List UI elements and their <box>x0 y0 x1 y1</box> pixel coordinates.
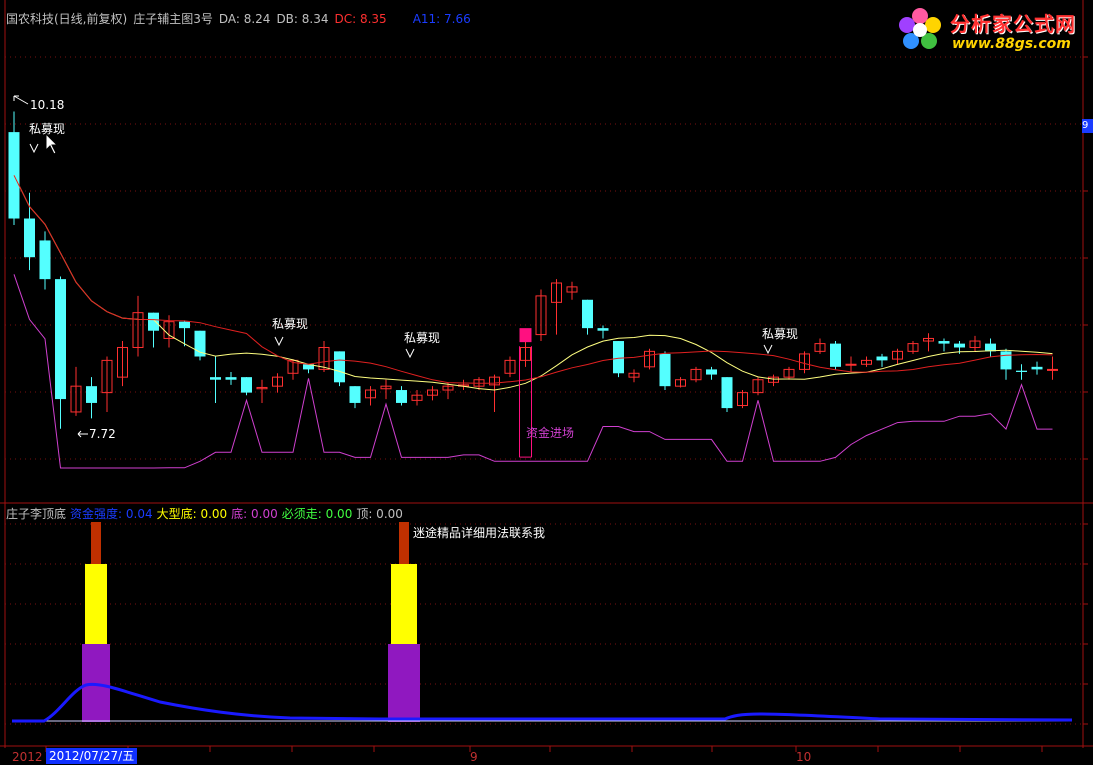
bottom-bar <box>82 644 110 722</box>
a11-value: A11: 7.66 <box>412 12 471 26</box>
promo-text: 迷途精品详细用法联系我 <box>413 526 546 540</box>
big-bottom-bar <box>85 564 107 644</box>
candle-body <box>954 343 965 348</box>
db-value: DB: 8.34 <box>276 12 329 26</box>
candle-body <box>86 386 97 403</box>
candle-body <box>39 240 51 280</box>
big-bottom-value: 大型底: 0.00 <box>156 507 228 521</box>
candle-body <box>24 218 35 258</box>
high-price-label: 10.18 <box>30 98 65 112</box>
candle-body <box>830 343 841 367</box>
site-logo[interactable]: 分析家公式网 www.88gs.com <box>890 2 1090 60</box>
chevron-down-icon <box>763 344 773 355</box>
arrow-icon <box>13 95 29 105</box>
candle-body <box>1000 351 1012 370</box>
dc-value: DC: 8.35 <box>334 12 387 26</box>
fund-strength-value: 资金强度: 0.04 <box>70 507 153 521</box>
flower-logo-icon <box>899 8 941 49</box>
signal-label: 私募现 <box>762 327 799 341</box>
candle-body <box>225 377 237 380</box>
price-axis-marker: 9 <box>1082 119 1093 133</box>
indicator-name: 庄子辅主图3号 <box>133 12 213 26</box>
top-value: 顶: 0.00 <box>356 507 403 521</box>
signal-label: 私募现 <box>272 317 309 331</box>
da-value: DA: 8.24 <box>218 12 271 26</box>
candle-body <box>721 377 733 409</box>
candle-body <box>613 341 624 374</box>
signal-top-bar <box>91 522 101 564</box>
candle-body <box>179 321 190 329</box>
signal-label: 私募现 <box>404 331 441 345</box>
chevron-down-icon <box>274 336 284 347</box>
candle-body <box>1031 366 1043 370</box>
candle-body <box>876 356 888 361</box>
candle-body <box>938 341 950 344</box>
mouse-cursor-icon <box>45 132 59 155</box>
main-candlestick-panel <box>8 95 1058 469</box>
candle-body <box>55 279 66 400</box>
indicator-subpanel <box>12 522 1073 723</box>
candle-body <box>349 386 361 403</box>
logo-title: 分析家公式网 <box>950 12 1076 36</box>
candle-body <box>1047 368 1058 371</box>
candle-body <box>1016 370 1027 372</box>
candle-body <box>148 312 159 331</box>
candle-body <box>396 390 407 403</box>
bottom-value: 底: 0.00 <box>231 507 278 521</box>
ma-short-line <box>13 175 1053 391</box>
signal-label: 私募现 <box>29 122 66 136</box>
candle-body <box>659 353 671 387</box>
bottom-bar <box>388 644 420 722</box>
candle-body <box>597 328 609 331</box>
candle-body <box>582 299 593 329</box>
xaxis-date-cursor: 2012/07/27/五 <box>46 748 138 764</box>
indicator-header: 庄子李顶底 资金强度: 0.04 大型底: 0.00 底: 0.00 必须走: 0.00… <box>6 505 407 522</box>
signal-top-bar <box>399 522 409 564</box>
xaxis-month-9: 9 <box>470 750 478 764</box>
fund-entry-bar <box>519 328 532 343</box>
ma-long-line <box>13 175 1053 384</box>
fund-entry-label: 资金进场 <box>526 426 575 440</box>
candle-body <box>210 377 221 380</box>
must-go-value: 必须走: 0.00 <box>281 507 353 521</box>
chevron-down-icon <box>29 143 39 154</box>
stock-chart[interactable] <box>0 0 1093 765</box>
big-bottom-bar <box>391 564 417 644</box>
indicator-title: 庄子李顶底 <box>6 507 67 521</box>
xaxis-month-10: 10 <box>796 750 812 764</box>
candle-body <box>241 377 252 393</box>
chart-grid <box>0 0 1093 752</box>
chevron-down-icon <box>405 348 415 359</box>
chart-header: 国农科技(日线,前复权) 庄子辅主图3号 DA: 8.24 DB: 8.34 DC: 8… <box>6 10 477 26</box>
logo-url: www.88gs.com <box>952 36 1071 52</box>
fund-strength-line <box>12 682 1073 723</box>
candle-body <box>334 351 345 383</box>
low-price-label: 7.72 <box>89 427 116 441</box>
candle-body <box>706 369 717 375</box>
arrow-icon <box>77 430 88 438</box>
candle-body <box>845 363 857 366</box>
stock-name: 国农科技(日线,前复权) <box>6 12 128 26</box>
xaxis-year-label: 2012 <box>12 750 43 764</box>
